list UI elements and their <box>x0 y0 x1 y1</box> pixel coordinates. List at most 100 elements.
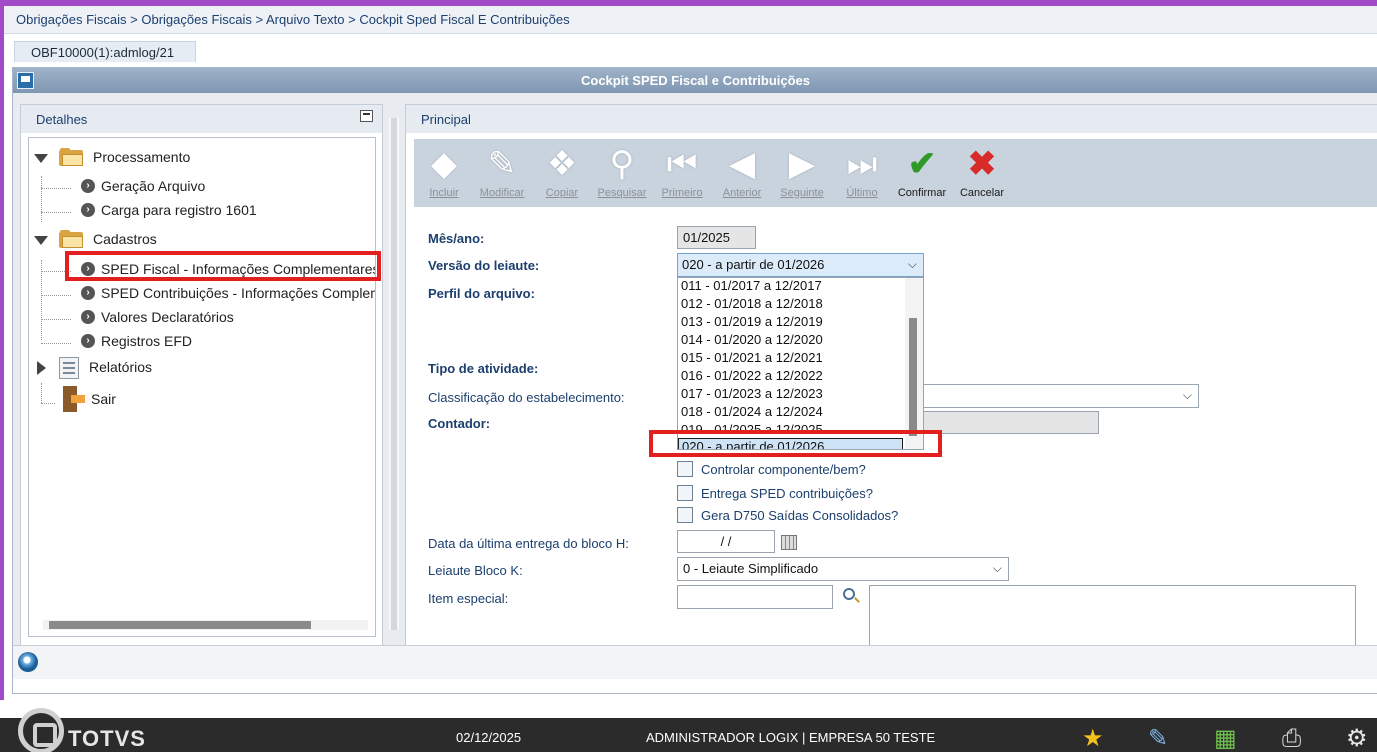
window-body: Detalhes Processamento › Geração Arquivo… <box>13 93 1377 647</box>
cockpit-window: Cockpit SPED Fiscal e Contribuições Deta… <box>12 67 1377 694</box>
last-record-icon: ⏭ <box>846 145 878 183</box>
tree-node-carga-registro-1601[interactable]: › Carga para registro 1601 <box>29 201 369 223</box>
gera-d750-checkbox[interactable] <box>677 507 693 523</box>
tree-horizontal-scrollbar[interactable] <box>43 620 368 630</box>
dropdown-option[interactable]: 013 - 01/2019 a 12/2019 <box>678 314 907 332</box>
highlight-box-tree <box>65 251 381 281</box>
footer-user-company: ADMINISTRADOR LOGIX | EMPRESA 50 TESTE <box>646 730 936 745</box>
scrollbar-thumb[interactable] <box>49 621 311 629</box>
gera-d750-label: Gera D750 Saídas Consolidados? <box>701 508 899 523</box>
minimize-panel-button[interactable] <box>360 110 373 122</box>
contador-field[interactable] <box>917 411 1099 434</box>
tree-node-label: Relatórios <box>89 359 153 375</box>
panel-splitter[interactable] <box>389 118 399 630</box>
tree-node-valores-declaratorios[interactable]: › Valores Declaratórios <box>29 308 369 330</box>
expand-arrow-icon[interactable] <box>34 236 48 245</box>
incluir-button[interactable]: ◆ Incluir <box>414 143 474 203</box>
dropdown-option[interactable]: 012 - 01/2018 a 12/2018 <box>678 296 907 314</box>
dropdown-option[interactable]: 015 - 01/2021 a 12/2021 <box>678 350 907 368</box>
collapse-arrow-icon[interactable] <box>37 361 46 375</box>
details-panel: Detalhes Processamento › Geração Arquivo… <box>20 104 383 646</box>
globe-status-icon[interactable] <box>18 652 38 672</box>
tree-node-sped-contribuicoes[interactable]: › SPED Contribuições - Informações Compl… <box>29 284 375 306</box>
status-bar <box>13 645 1377 679</box>
dropdown-option[interactable]: 011 - 01/2017 a 12/2017 <box>678 278 907 296</box>
tree-node-registros-efd[interactable]: › Registros EFD <box>29 332 369 354</box>
dropdown-option[interactable]: 018 - 01/2024 a 12/2024 <box>678 404 907 422</box>
next-record-icon: ▶ <box>788 145 816 183</box>
tree-node-sair[interactable]: Sair <box>29 386 369 412</box>
versao-leiaute-dropdown-list[interactable]: 011 - 01/2017 a 12/2017 012 - 01/2018 a … <box>677 277 924 450</box>
exit-door-icon <box>61 386 85 412</box>
window-title: Cockpit SPED Fiscal e Contribuições <box>581 73 810 88</box>
pencil-edit-icon[interactable]: ✎ <box>1148 726 1168 752</box>
tree-node-cadastros[interactable]: Cadastros <box>29 230 369 252</box>
dropdown-option[interactable]: 017 - 01/2023 a 12/2023 <box>678 386 907 404</box>
add-icon: ◆ <box>430 145 458 183</box>
main-panel-header: Principal <box>406 105 1377 133</box>
modificar-button[interactable]: ✎ Modificar <box>472 143 532 203</box>
cancel-x-icon: ✖ <box>967 145 997 183</box>
ultimo-button[interactable]: ⏭ Último <box>832 143 892 203</box>
dropdown-scrollbar[interactable] <box>905 278 923 449</box>
footer-bar: TOTVS 02/12/2025 ADMINISTRADOR LOGIX | E… <box>0 708 1377 752</box>
confirmar-button[interactable]: ✔ Confirmar <box>892 143 952 203</box>
folder-open-icon <box>59 230 83 248</box>
tree-node-label: Valores Declaratórios <box>101 309 234 325</box>
mes-ano-label: Mês/ano: <box>428 231 485 246</box>
primeiro-button[interactable]: ⏮ Primeiro <box>652 143 712 203</box>
action-toolbar: ◆ Incluir ✎ Modificar ❖ Copiar ⚲ Pesquis… <box>414 139 1377 207</box>
folder-open-icon <box>59 148 83 166</box>
details-panel-title: Detalhes <box>36 112 88 127</box>
chevron-down-icon: ⌵ <box>1182 388 1192 402</box>
chevron-down-icon: ⌵ <box>907 257 917 271</box>
tree-node-processamento[interactable]: Processamento <box>29 148 369 170</box>
splitter-grip[interactable] <box>391 118 397 630</box>
go-arrow-icon: › <box>81 286 95 300</box>
classificacao-label: Classificação do estabelecimento: <box>428 390 625 405</box>
totvs-logo-icon <box>18 708 64 752</box>
calendar-icon[interactable] <box>781 535 797 550</box>
search-icon[interactable] <box>843 588 855 600</box>
window-app-icon <box>17 72 34 89</box>
breadcrumb[interactable]: Obrigações Fiscais > Obrigações Fiscais … <box>4 6 1377 34</box>
dropdown-option[interactable]: 016 - 01/2022 a 12/2022 <box>678 368 907 386</box>
main-panel-title: Principal <box>421 112 471 127</box>
highlight-box-option <box>649 430 942 457</box>
expand-arrow-icon[interactable] <box>34 154 48 163</box>
seguinte-button[interactable]: ▶ Seguinte <box>772 143 832 203</box>
go-arrow-icon: › <box>81 334 95 348</box>
edit-icon: ✎ <box>487 145 517 183</box>
controlar-componente-checkbox[interactable] <box>677 461 693 477</box>
gear-icon[interactable]: ⚙ <box>1346 726 1368 752</box>
scrollbar-thumb[interactable] <box>909 318 917 436</box>
cancelar-button[interactable]: ✖ Cancelar <box>952 143 1012 203</box>
dropdown-option[interactable]: 014 - 01/2020 a 12/2020 <box>678 332 907 350</box>
copiar-button[interactable]: ❖ Copiar <box>532 143 592 203</box>
item-especial-field[interactable] <box>677 585 833 609</box>
go-arrow-icon: › <box>81 179 95 193</box>
printer-icon[interactable]: ⎙ <box>1282 726 1301 752</box>
favorite-star-icon[interactable]: ★ <box>1082 726 1104 752</box>
program-tab[interactable]: OBF10000(1):admlog/21 <box>14 41 196 62</box>
data-bloco-h-field[interactable]: / / <box>677 530 775 553</box>
package-icon[interactable]: ▦ <box>1214 726 1237 752</box>
contador-label: Contador: <box>428 416 491 431</box>
tree-node-label: Sair <box>91 391 116 407</box>
tree-node-geracao-arquivo[interactable]: › Geração Arquivo <box>29 177 369 199</box>
search-magnifier-icon: ⚲ <box>609 145 635 183</box>
anterior-button[interactable]: ◀ Anterior <box>712 143 772 203</box>
navigation-tree: Processamento › Geração Arquivo › Carga … <box>28 137 376 637</box>
leiaute-bloco-k-select[interactable]: 0 - Leiaute Simplificado ⌵ <box>677 557 1009 581</box>
tree-node-relatorios[interactable]: Relatórios <box>29 357 369 380</box>
entrega-sped-checkbox[interactable] <box>677 485 693 501</box>
classificacao-select[interactable]: ⌵ <box>917 384 1199 408</box>
chevron-down-icon: ⌵ <box>992 561 1002 575</box>
first-record-icon: ⏮ <box>666 145 698 183</box>
versao-leiaute-select[interactable]: 020 - a partir de 01/2026 ⌵ <box>677 253 924 277</box>
mes-ano-field[interactable]: 01/2025 <box>677 226 756 249</box>
details-panel-header: Detalhes <box>21 105 382 133</box>
brand-name: TOTVS <box>68 726 146 751</box>
entrega-sped-label: Entrega SPED contribuições? <box>701 486 873 501</box>
pesquisar-button[interactable]: ⚲ Pesquisar <box>592 143 652 203</box>
